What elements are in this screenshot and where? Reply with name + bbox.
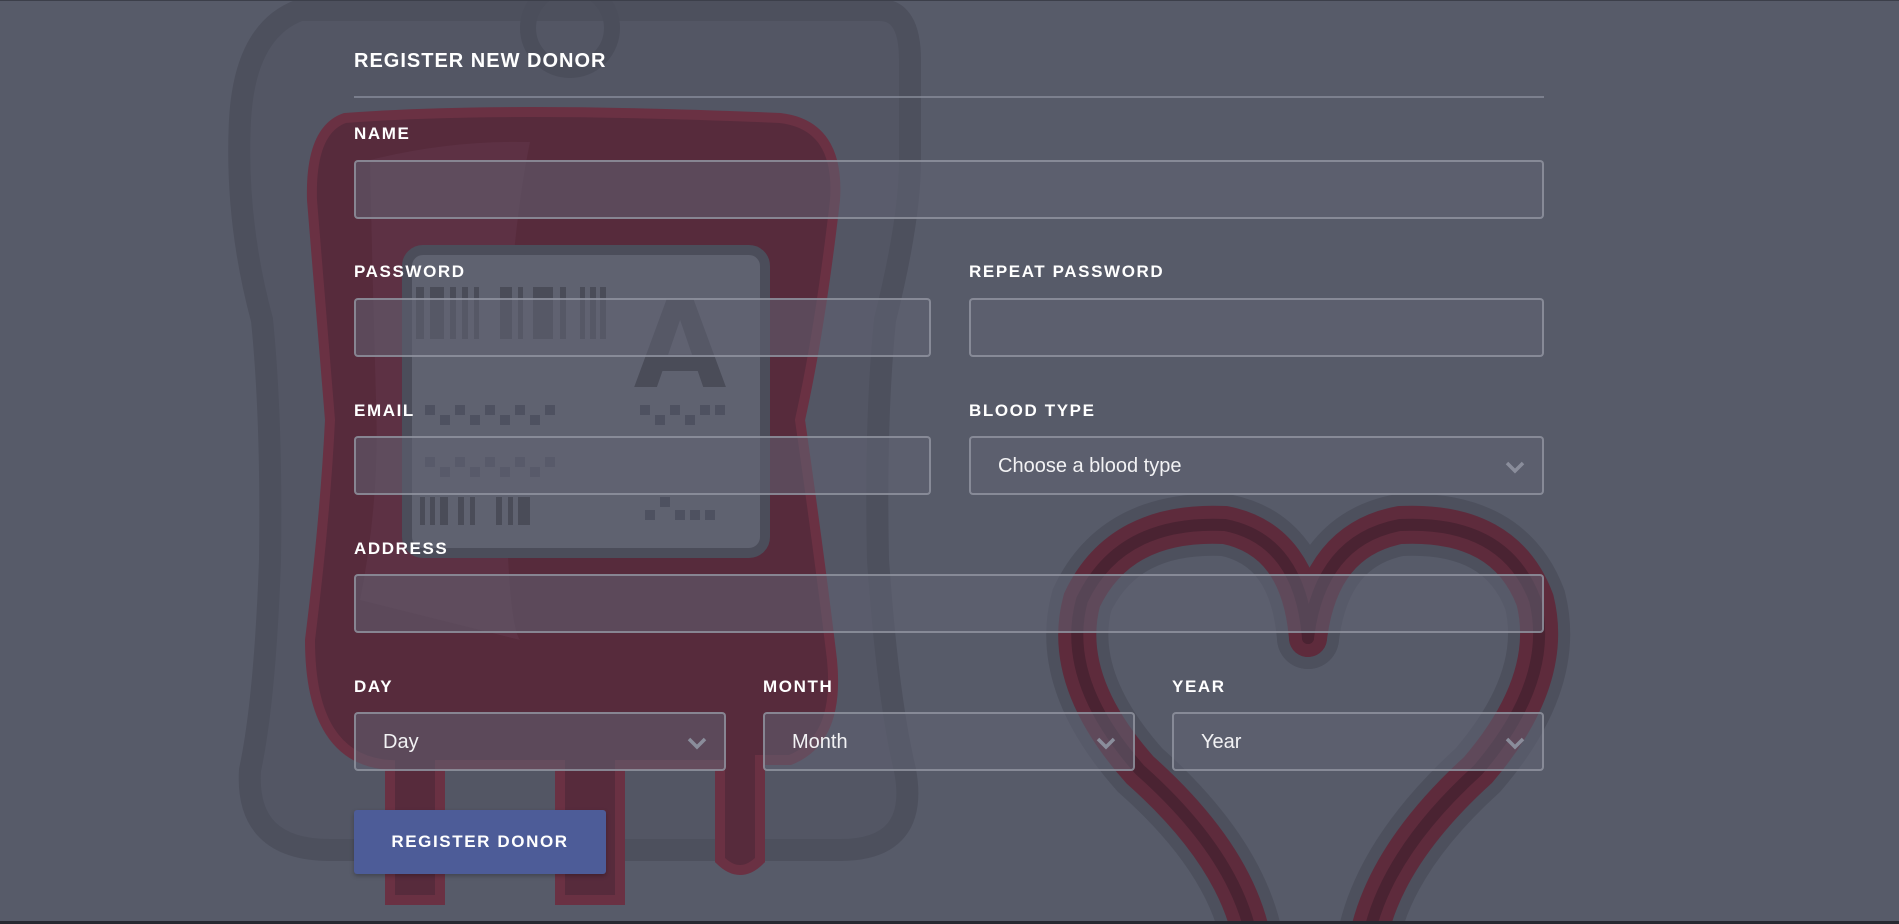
day-label: DAY (354, 677, 394, 696)
address-input[interactable] (354, 574, 1544, 633)
name-input[interactable] (354, 160, 1544, 219)
email-input[interactable] (354, 436, 931, 495)
repeat-password-input[interactable] (969, 298, 1544, 357)
address-label: ADDRESS (354, 539, 449, 558)
blood-type-label: BLOOD TYPE (969, 401, 1096, 420)
chevron-down-icon (1505, 737, 1525, 750)
year-label: YEAR (1172, 677, 1226, 696)
month-label: MONTH (763, 677, 834, 696)
register-donor-button[interactable]: REGISTER DONOR (354, 810, 606, 874)
month-select[interactable]: Month (763, 712, 1135, 771)
day-select[interactable]: Day (354, 712, 726, 771)
blood-type-select[interactable]: Choose a blood type (969, 436, 1544, 495)
year-select-value: Year (1201, 731, 1242, 753)
title-divider (354, 96, 1544, 98)
blood-type-select-value: Choose a blood type (998, 455, 1182, 477)
name-label: NAME (354, 124, 411, 143)
chevron-down-icon (1096, 737, 1116, 750)
password-input[interactable] (354, 298, 931, 357)
top-border (0, 0, 1899, 1)
register-donor-form: REGISTER NEW DONOR NAME PASSWORD REPEAT … (354, 0, 1544, 924)
chevron-down-icon (687, 737, 707, 750)
day-select-value: Day (383, 731, 419, 753)
email-label: EMAIL (354, 401, 415, 420)
repeat-password-label: REPEAT PASSWORD (969, 262, 1165, 281)
year-select[interactable]: Year (1172, 712, 1544, 771)
chevron-down-icon (1505, 461, 1525, 474)
month-select-value: Month (792, 731, 848, 753)
password-label: PASSWORD (354, 262, 466, 281)
form-title: REGISTER NEW DONOR (354, 50, 607, 72)
